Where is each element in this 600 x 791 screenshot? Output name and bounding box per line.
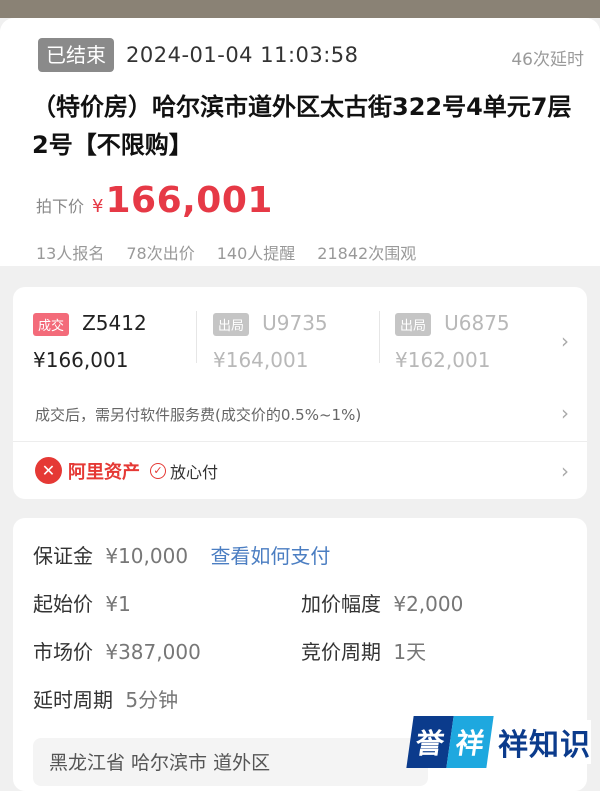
- increment-row: 加价幅度 ¥2,000: [301, 588, 463, 617]
- bid-amount: ¥166,001: [33, 348, 129, 372]
- bid-tag: 出局: [395, 313, 432, 336]
- watermark-part-b: 祥: [446, 716, 494, 768]
- chevron-right-icon[interactable]: ›: [561, 401, 569, 425]
- start-price-label: 起始价: [33, 592, 93, 616]
- how-to-pay-link[interactable]: 查看如何支付: [210, 544, 330, 568]
- service-fee-note[interactable]: 成交后，需另付软件服务费(成交价的0.5%~1%): [35, 404, 361, 425]
- deposit-value: ¥10,000: [105, 544, 189, 568]
- bid-cycle-row: 竞价周期 1天: [301, 636, 426, 665]
- stat-bids: 78次出价: [126, 244, 195, 263]
- address-box: 黑龙江省 哈尔滨市 道外区: [33, 738, 428, 786]
- status-row: 已结束 2024-01-04 11:03:58: [38, 38, 359, 72]
- top-strip: [0, 0, 600, 18]
- stat-reminders: 140人提醒: [216, 244, 296, 263]
- ali-asset-logo-icon: ✕: [35, 457, 62, 484]
- bid-tag: 成交: [33, 313, 70, 336]
- status-badge: 已结束: [38, 38, 114, 72]
- final-price: 拍下价 ¥ 166,001: [36, 180, 273, 221]
- auction-stats: 13人报名 78次出价 140人提醒 21842次围观: [36, 240, 416, 264]
- bid-cycle-label: 竞价周期: [301, 640, 381, 664]
- safe-pay-label: 放心付: [170, 462, 219, 482]
- price-currency: ¥: [92, 196, 104, 217]
- end-datetime: 2024-01-04 11:03:58: [126, 43, 359, 67]
- chevron-right-icon[interactable]: ›: [561, 459, 569, 483]
- chevron-right-icon[interactable]: ›: [561, 329, 569, 353]
- divider: [379, 311, 380, 363]
- bid-records-panel: 成交 Z5412 ¥166,001 出局 U9735 ¥164,001 出局 U…: [13, 287, 587, 499]
- watermark-part-c: 祥知识: [498, 720, 591, 764]
- increment-label: 加价幅度: [301, 592, 381, 616]
- stat-signups: 13人报名: [36, 244, 105, 263]
- delay-cycle-row: 延时周期 5分钟: [33, 684, 178, 713]
- delay-cycle-label: 延时周期: [33, 688, 113, 712]
- price-value: 166,001: [105, 180, 273, 221]
- bid-record[interactable]: 出局 U6875 ¥162,001: [395, 311, 525, 372]
- start-price-row: 起始价 ¥1: [33, 588, 131, 617]
- divider: [13, 441, 587, 442]
- bid-record-winner[interactable]: 成交 Z5412 ¥166,001: [33, 311, 213, 372]
- deposit-label: 保证金: [33, 544, 93, 568]
- deposit-row: 保证金 ¥10,000 查看如何支付: [33, 540, 330, 569]
- check-circle-icon: ✓: [150, 462, 166, 479]
- bid-record[interactable]: 出局 U9735 ¥164,001: [213, 311, 393, 372]
- watermark-logo: 誉 祥 祥知识: [406, 716, 591, 768]
- market-price-value: ¥387,000: [105, 640, 201, 664]
- start-price-value: ¥1: [105, 592, 131, 616]
- ali-assets-row[interactable]: ✕ 阿里资产 ✓ 放心付: [35, 457, 218, 484]
- market-price-row: 市场价 ¥387,000: [33, 636, 201, 665]
- divider: [196, 311, 197, 363]
- ali-assets-name: 阿里资产: [68, 461, 140, 483]
- bid-tag: 出局: [213, 313, 250, 336]
- bid-code: Z5412: [82, 311, 147, 335]
- bid-cycle-value: 1天: [393, 640, 427, 664]
- bid-code: U9735: [262, 311, 328, 335]
- bid-amount: ¥164,001: [213, 348, 309, 372]
- bid-amount: ¥162,001: [395, 348, 491, 372]
- market-price-label: 市场价: [33, 640, 93, 664]
- stat-views: 21842次围观: [317, 244, 417, 263]
- page-title: （特价房）哈尔滨市道外区太古街322号4单元7层2号【不限购】: [32, 93, 572, 159]
- bid-code: U6875: [444, 311, 510, 335]
- delay-count: 46次延时: [511, 50, 584, 70]
- price-label: 拍下价: [36, 197, 85, 216]
- increment-value: ¥2,000: [393, 592, 464, 616]
- delay-cycle-value: 5分钟: [125, 688, 179, 712]
